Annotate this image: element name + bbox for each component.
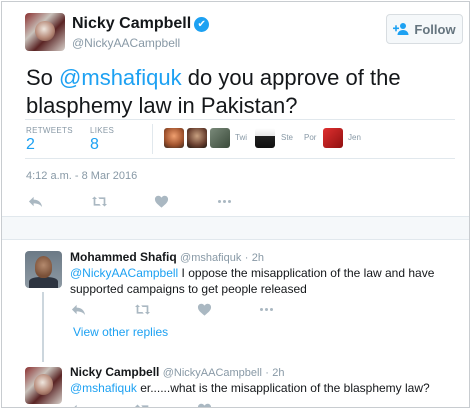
retweet-button[interactable] xyxy=(133,401,151,407)
reply-author-avatar[interactable] xyxy=(25,367,62,404)
reply-button[interactable] xyxy=(70,401,86,407)
follow-person-icon xyxy=(393,23,409,35)
more-button[interactable] xyxy=(214,192,234,210)
reply-button[interactable] xyxy=(26,192,44,210)
more-icon xyxy=(217,199,231,203)
retweet-button[interactable] xyxy=(133,301,151,317)
reply-time[interactable]: 2h xyxy=(252,252,264,264)
retweets-label[interactable]: RETWEETS xyxy=(26,126,73,135)
view-other-replies-link[interactable]: View other replies xyxy=(73,325,168,339)
reply-text: @NickyAACampbell I oppose the misapplica… xyxy=(70,265,460,297)
author-handle[interactable]: @NickyAACampbell xyxy=(72,36,180,50)
likes-count[interactable]: 8 xyxy=(90,136,99,154)
reply-mention-link[interactable]: @mshafiquk xyxy=(70,381,137,395)
author-name[interactable]: Nicky Campbell xyxy=(72,15,191,32)
stats-bottom-divider xyxy=(25,158,455,159)
replies-separator xyxy=(2,216,469,240)
stats-divider xyxy=(152,124,153,154)
reply-mention-link[interactable]: @NickyAACampbell xyxy=(70,266,178,280)
reply-icon xyxy=(71,304,85,315)
liker-label[interactable]: Ste xyxy=(281,133,293,142)
liker-label[interactable]: Jen xyxy=(348,133,361,142)
reply-time[interactable]: 2h xyxy=(272,367,284,379)
reply-author-handle[interactable]: @NickyAACampbell xyxy=(163,367,262,379)
liker-avatar[interactable] xyxy=(323,128,343,148)
tweet-permalink: Nicky Campbell ✔ @NickyAACampbell Follow … xyxy=(1,1,470,408)
retweet-icon xyxy=(134,404,148,407)
follow-button[interactable]: Follow xyxy=(386,14,463,44)
author-name-row[interactable]: Nicky Campbell ✔ xyxy=(72,15,210,33)
liker-avatar[interactable] xyxy=(187,128,207,148)
reply-author-avatar[interactable] xyxy=(25,251,62,288)
retweets-count[interactable]: 2 xyxy=(26,136,35,154)
tweet-text: So @mshafiquk do you approve of the blas… xyxy=(26,64,456,120)
retweet-icon xyxy=(134,304,150,314)
reply-icon xyxy=(28,196,42,207)
verified-icon: ✔ xyxy=(194,17,210,32)
like-button[interactable] xyxy=(196,301,212,317)
retweet-icon xyxy=(91,196,107,206)
reply-text: @mshafiquk er......what is the misapplic… xyxy=(70,380,460,396)
reply-button[interactable] xyxy=(70,301,86,317)
liker-avatar[interactable] xyxy=(210,128,230,148)
stats-top-divider xyxy=(25,119,455,120)
reply-author-name[interactable]: Mohammed Shafiq xyxy=(70,250,177,264)
reply-body: er......what is the misapplication of th… xyxy=(136,381,430,395)
reply-separator: · xyxy=(265,367,269,379)
like-button[interactable] xyxy=(196,401,212,407)
likes-label[interactable]: LIKES xyxy=(90,126,114,135)
tweet-mention-link[interactable]: @mshafiquk xyxy=(59,65,182,90)
tweet-timestamp[interactable]: 4:12 a.m. - 8 Mar 2016 xyxy=(26,170,137,182)
reply-header: Mohammed Shafiq @mshafiquk · 2h xyxy=(70,250,264,264)
liker-label[interactable]: Por xyxy=(304,133,316,142)
more-icon xyxy=(259,307,273,311)
more-button[interactable] xyxy=(257,301,275,317)
like-icon xyxy=(197,403,211,407)
liker-avatar[interactable] xyxy=(164,128,184,148)
author-avatar[interactable] xyxy=(25,13,65,51)
reply-icon xyxy=(73,404,77,407)
retweet-button[interactable] xyxy=(89,192,109,210)
tweet-text-prefix: So xyxy=(26,65,60,90)
like-icon xyxy=(154,195,168,208)
reply-author-handle[interactable]: @mshafiquk xyxy=(180,252,241,264)
liker-label[interactable]: Twi xyxy=(235,133,247,142)
like-icon xyxy=(197,303,211,316)
reply-author-name[interactable]: Nicky Campbell xyxy=(70,365,159,379)
reply-separator: · xyxy=(244,252,249,264)
follow-button-label: Follow xyxy=(414,21,456,37)
like-button[interactable] xyxy=(152,192,170,210)
conversation-thread-line xyxy=(42,292,44,362)
liker-avatar[interactable] xyxy=(255,128,275,148)
reply-header: Nicky Campbell @NickyAACampbell · 2h xyxy=(70,365,285,379)
